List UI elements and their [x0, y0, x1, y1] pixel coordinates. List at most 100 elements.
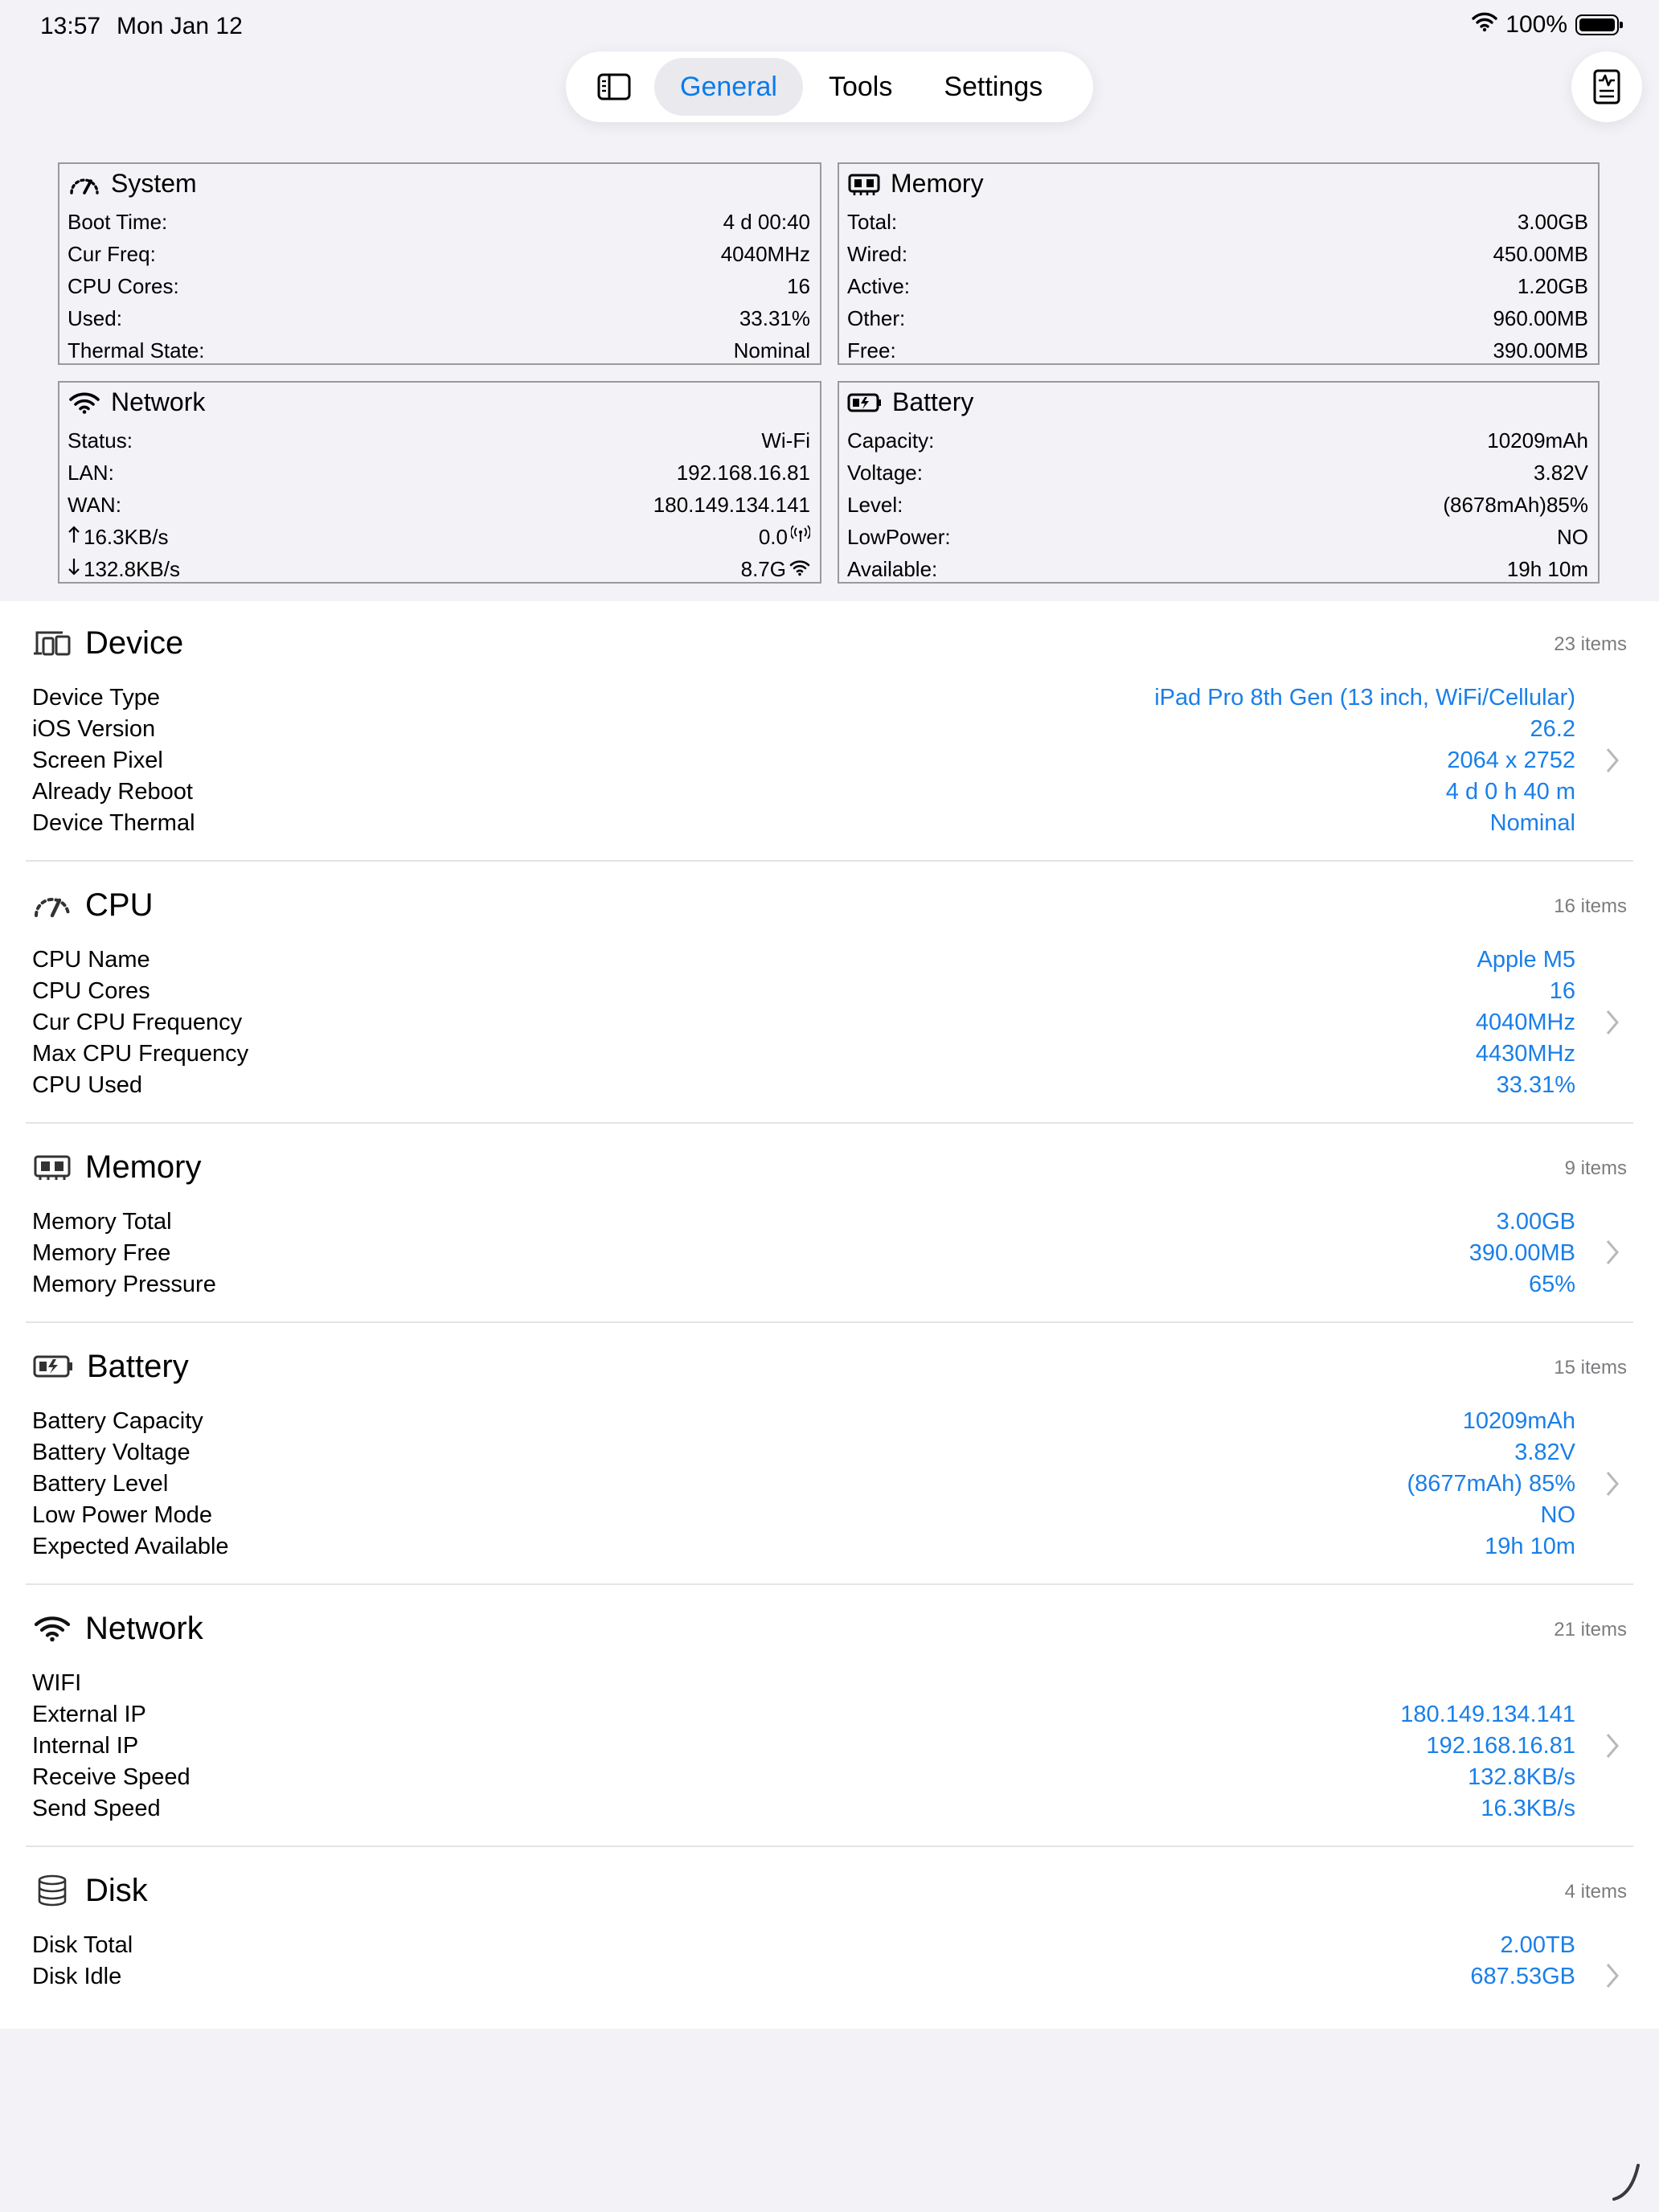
report-button[interactable] [1571, 51, 1642, 122]
list-item: Already Reboot 4 d 0 h 40 m [32, 776, 1575, 808]
battery-row-value: NO [1557, 524, 1588, 549]
download-speed: 132.8KB/s [68, 557, 180, 582]
section-divider [26, 1122, 1633, 1124]
gauge-icon [32, 891, 72, 920]
wifi-icon [68, 391, 101, 415]
section-title: Device [85, 625, 184, 661]
section-cpu[interactable]: CPU 16 items CPU Name Apple M5 CPU Cores 1… [0, 881, 1659, 1122]
item-label: Memory Free [32, 1239, 171, 1266]
item-label: CPU Name [32, 946, 150, 973]
item-value: 19h 10m [1485, 1533, 1575, 1559]
item-label: Expected Available [32, 1533, 229, 1559]
item-value: 2064 x 2752 [1447, 747, 1575, 773]
item-label: Device Type [32, 684, 161, 711]
tab-settings[interactable]: Settings [918, 58, 1068, 116]
battery-row-value: 3.82V [1534, 460, 1588, 485]
section-title: Memory [85, 1149, 202, 1185]
battery-row-label: LowPower: [847, 524, 951, 549]
arrow-down-icon [68, 557, 80, 582]
network-row-label: WAN: [68, 492, 121, 517]
network-row: Status: Wi-Fi [68, 424, 810, 457]
item-value: 687.53GB [1470, 1963, 1575, 1989]
item-label: CPU Used [32, 1071, 142, 1098]
system-row: Cur Freq: 4040MHz [68, 238, 810, 270]
system-row-value: 33.31% [739, 305, 810, 330]
list-item: Memory Pressure 65% [32, 1268, 1575, 1301]
item-label: iOS Version [32, 715, 156, 742]
battery-row-label: Voltage: [847, 460, 923, 485]
list-item: Disk Total 2.00TB [32, 1929, 1575, 1961]
status-bar: 13:57 Mon Jan 12 100% [0, 0, 1659, 51]
system-row-label: CPU Cores: [68, 273, 179, 298]
battery-panel-title: Battery [847, 387, 973, 417]
detail-list: Device 23 items Device Type iPad Pro 8th … [0, 601, 1659, 2029]
list-item: Memory Free 390.00MB [32, 1237, 1575, 1269]
list-item: Device Thermal Nominal [32, 807, 1575, 839]
sidebar-toggle-button[interactable] [574, 58, 654, 116]
section-header: Disk [32, 1866, 148, 1915]
list-item: Memory Total 3.00GB [32, 1206, 1575, 1238]
list-item: Low Power Mode NO [32, 1499, 1575, 1531]
item-value: Nominal [1489, 809, 1575, 836]
section-device[interactable]: Device 23 items Device Type iPad Pro 8th … [0, 619, 1659, 860]
list-item: CPU Used 33.31% [32, 1069, 1575, 1101]
chevron-right-icon [1604, 1238, 1620, 1267]
item-label: Internal IP [32, 1732, 139, 1759]
section-network[interactable]: Network 21 items WIFI External IP 180.149… [0, 1604, 1659, 1845]
memory-row: Wired: 450.00MB [847, 238, 1588, 270]
wifi-usage: 8.7G [741, 557, 810, 582]
sidebar-icon [597, 73, 631, 100]
section-disk[interactable]: Disk 4 items Disk Total 2.00TB Disk Idle 6… [0, 1866, 1659, 2011]
item-label: External IP [32, 1701, 146, 1727]
system-row-label: Boot Time: [68, 209, 168, 234]
upload-speed-value: 16.3KB/s [84, 524, 169, 549]
battery-row-label: Capacity: [847, 428, 935, 453]
system-row: Boot Time: 4 d 00:40 [68, 206, 810, 238]
network-panel-title: Network [68, 387, 205, 417]
memory-row: Other: 960.00MB [847, 302, 1588, 334]
upload-speed: 16.3KB/s [68, 525, 169, 550]
item-value: 26.2 [1530, 715, 1575, 742]
section-title: Battery [87, 1348, 189, 1384]
tab-general[interactable]: General [654, 58, 803, 116]
battery-row-value: (8678mAh)85% [1443, 492, 1588, 517]
section-divider [26, 1845, 1633, 1847]
system-panel-title: System [68, 169, 197, 199]
resize-handle-icon[interactable] [1611, 2162, 1643, 2206]
memory-row-label: Wired: [847, 241, 908, 266]
system-panel: System Boot Time: 4 d 00:40 Cur Freq: 4040… [58, 162, 821, 365]
tab-tools[interactable]: Tools [803, 58, 918, 116]
list-item: CPU Cores 16 [32, 975, 1575, 1007]
item-label: Low Power Mode [32, 1501, 213, 1528]
section-battery[interactable]: Battery 15 items Battery Capacity 10209mA… [0, 1342, 1659, 1583]
item-label: Battery Voltage [32, 1439, 190, 1465]
item-value: 16 [1549, 977, 1575, 1004]
network-row-value: 180.149.134.141 [653, 492, 810, 517]
wifi-small-icon [789, 557, 810, 582]
network-row-label: Status: [68, 428, 133, 453]
chevron-right-icon [1604, 746, 1620, 775]
status-right: 100% [1472, 11, 1623, 39]
system-row-value: 4040MHz [720, 241, 810, 266]
item-label: WIFI [32, 1669, 82, 1696]
section-count: 9 items [1564, 1157, 1627, 1179]
item-value: 3.82V [1514, 1439, 1575, 1465]
cellular-antenna-icon [790, 524, 811, 550]
system-row-value: Nominal [733, 338, 810, 363]
wifi-usage-value: 8.7G [740, 556, 786, 581]
memory-row: Total: 3.00GB [847, 206, 1588, 238]
memory-row-value: 3.00GB [1517, 209, 1588, 234]
system-panel-title-text: System [111, 169, 197, 198]
section-header: Memory [32, 1143, 201, 1191]
arrow-up-icon [68, 525, 80, 550]
item-label: Cur CPU Frequency [32, 1009, 243, 1035]
item-label: Battery Capacity [32, 1407, 203, 1434]
item-value: (8677mAh) 85% [1407, 1470, 1575, 1497]
item-value: 4 d 0 h 40 m [1445, 778, 1575, 805]
memory-chip-icon [847, 172, 881, 196]
battery-row-value: 10209mAh [1487, 428, 1588, 453]
list-item: Device Type iPad Pro 8th Gen (13 inch, Wi… [32, 682, 1575, 714]
item-value: 3.00GB [1496, 1208, 1575, 1235]
section-memory[interactable]: Memory 9 items Memory Total 3.00GB Memory… [0, 1143, 1659, 1321]
item-label: Already Reboot [32, 778, 193, 805]
